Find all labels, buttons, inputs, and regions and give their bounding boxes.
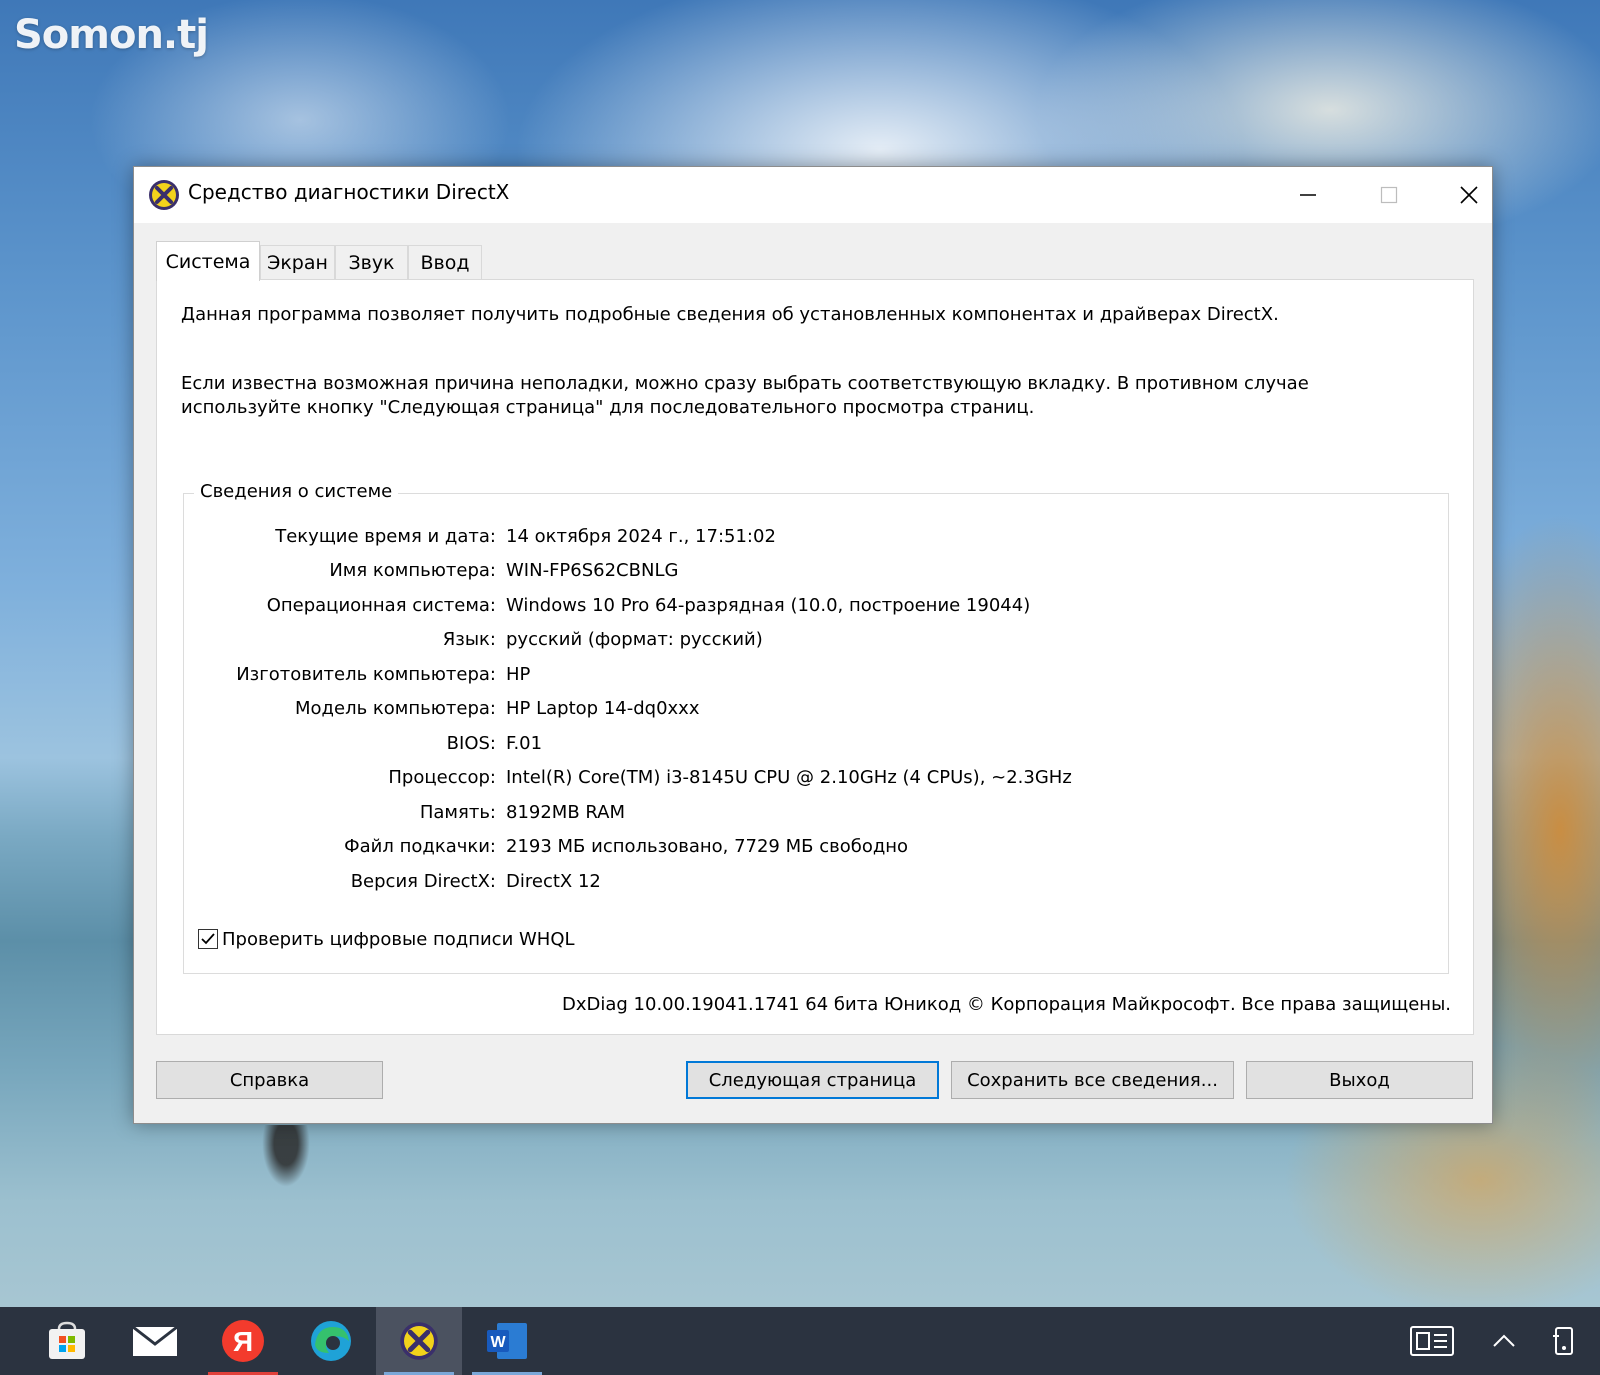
whql-checkbox[interactable]	[198, 929, 218, 949]
title-bar[interactable]: Средство диагностики DirectX	[134, 167, 1492, 223]
tab-sound[interactable]: Звук	[335, 245, 408, 279]
info-row-bios: BIOS: F.01	[184, 733, 1424, 761]
info-value: русский (формат: русский)	[506, 629, 763, 650]
dxdiag-window: Средство диагностики DirectX Система Экр…	[133, 166, 1493, 1124]
info-label: Версия DirectX:	[350, 871, 496, 892]
close-icon	[1460, 186, 1478, 204]
store-icon	[49, 1321, 85, 1359]
help-button[interactable]: Справка	[156, 1061, 383, 1099]
info-label: Операционная система:	[266, 595, 496, 616]
word-icon: W	[487, 1323, 527, 1359]
info-value: Intel(R) Core(TM) i3-8145U CPU @ 2.10GHz…	[506, 767, 1072, 788]
system-tab-panel: Данная программа позволяет получить подр…	[156, 279, 1474, 1035]
info-row-datetime: Текущие время и дата: 14 октября 2024 г.…	[184, 526, 1424, 554]
copyright-text: DxDiag 10.00.19041.1741 64 бита Юникод ©…	[561, 994, 1451, 1015]
info-label: Память:	[419, 802, 496, 823]
tray-device[interactable]	[1534, 1307, 1594, 1375]
svg-text:Я: Я	[233, 1326, 253, 1357]
maximize-icon	[1380, 186, 1398, 204]
tray-overflow[interactable]	[1474, 1307, 1534, 1375]
info-label: BIOS:	[446, 733, 496, 754]
taskbar: Я W	[0, 1307, 1600, 1375]
maximize-button[interactable]	[1350, 167, 1428, 223]
info-value: WIN-FP6S62CBNLG	[506, 560, 679, 581]
taskbar-mail[interactable]	[112, 1307, 198, 1375]
info-value: F.01	[506, 733, 543, 754]
info-label: Текущие время и дата:	[275, 526, 496, 547]
svg-text:W: W	[490, 1334, 506, 1351]
info-value: HP Laptop 14-dq0xxx	[506, 698, 700, 719]
info-value: 8192MB RAM	[506, 802, 626, 823]
info-row-language: Язык: русский (формат: русский)	[184, 629, 1424, 657]
wallpaper-figure	[262, 1125, 310, 1187]
tab-display[interactable]: Экран	[260, 245, 335, 279]
system-info-group: Сведения о системе Текущие время и дата:…	[183, 481, 1449, 974]
info-row-directx: Версия DirectX: DirectX 12	[184, 871, 1424, 899]
info-label: Модель компьютера:	[295, 698, 496, 719]
info-row-pagefile: Файл подкачки: 2193 МБ использовано, 772…	[184, 836, 1424, 864]
taskbar-yandex[interactable]: Я	[200, 1307, 286, 1375]
dxdiag-icon	[400, 1322, 438, 1360]
dxdiag-icon	[149, 180, 179, 210]
mail-icon	[132, 1325, 178, 1356]
info-row-os: Операционная система: Windows 10 Pro 64-…	[184, 595, 1424, 623]
window-title: Средство диагностики DirectX	[188, 180, 510, 204]
whql-label: Проверить цифровые подписи WHQL	[222, 928, 575, 950]
info-label: Файл подкачки:	[344, 836, 496, 857]
info-value: HP	[506, 664, 531, 685]
device-icon	[1553, 1327, 1573, 1355]
info-row-computer-name: Имя компьютера: WIN-FP6S62CBNLG	[184, 560, 1424, 588]
system-info-title: Сведения о системе	[194, 481, 399, 502]
info-value: 2193 МБ использовано, 7729 МБ свободно	[506, 836, 909, 857]
watermark: Somon.tj	[14, 12, 209, 58]
news-icon	[1410, 1326, 1454, 1356]
tab-system[interactable]: Система	[156, 241, 260, 281]
info-value: Windows 10 Pro 64-разрядная (10.0, постр…	[506, 595, 1031, 616]
yandex-icon: Я	[222, 1320, 264, 1362]
tray-news[interactable]	[1402, 1307, 1462, 1375]
exit-button[interactable]: Выход	[1246, 1061, 1473, 1099]
taskbar-edge[interactable]	[288, 1307, 374, 1375]
info-label: Изготовитель компьютера:	[236, 664, 496, 685]
close-button[interactable]	[1430, 167, 1508, 223]
minimize-button[interactable]	[1269, 167, 1347, 223]
info-row-memory: Память: 8192MB RAM	[184, 802, 1424, 830]
edge-icon	[311, 1321, 351, 1361]
intro-text-2: Если известна возможная причина неполадк…	[181, 373, 1309, 418]
info-row-model: Модель компьютера: HP Laptop 14-dq0xxx	[184, 698, 1424, 726]
intro-text-1: Данная программа позволяет получить подр…	[181, 304, 1279, 325]
taskbar-store[interactable]	[24, 1307, 110, 1375]
taskbar-word[interactable]: W	[464, 1307, 550, 1375]
chevron-up-icon	[1493, 1334, 1515, 1347]
info-label: Язык:	[442, 629, 496, 650]
info-label: Процессор:	[388, 767, 496, 788]
minimize-icon	[1300, 194, 1316, 196]
next-page-button[interactable]: Следующая страница	[686, 1061, 939, 1099]
info-row-manufacturer: Изготовитель компьютера: HP	[184, 664, 1424, 692]
info-value: DirectX 12	[506, 871, 601, 892]
taskbar-dxdiag[interactable]	[376, 1307, 462, 1375]
info-value: 14 октября 2024 г., 17:51:02	[506, 526, 776, 547]
info-label: Имя компьютера:	[329, 560, 496, 581]
tab-input[interactable]: Ввод	[408, 245, 482, 279]
whql-checkbox-row[interactable]: Проверить цифровые подписи WHQL	[198, 926, 575, 952]
save-all-info-button[interactable]: Сохранить все сведения...	[951, 1061, 1234, 1099]
info-row-processor: Процессор: Intel(R) Core(TM) i3-8145U CP…	[184, 767, 1424, 795]
checkmark-icon	[201, 933, 215, 945]
